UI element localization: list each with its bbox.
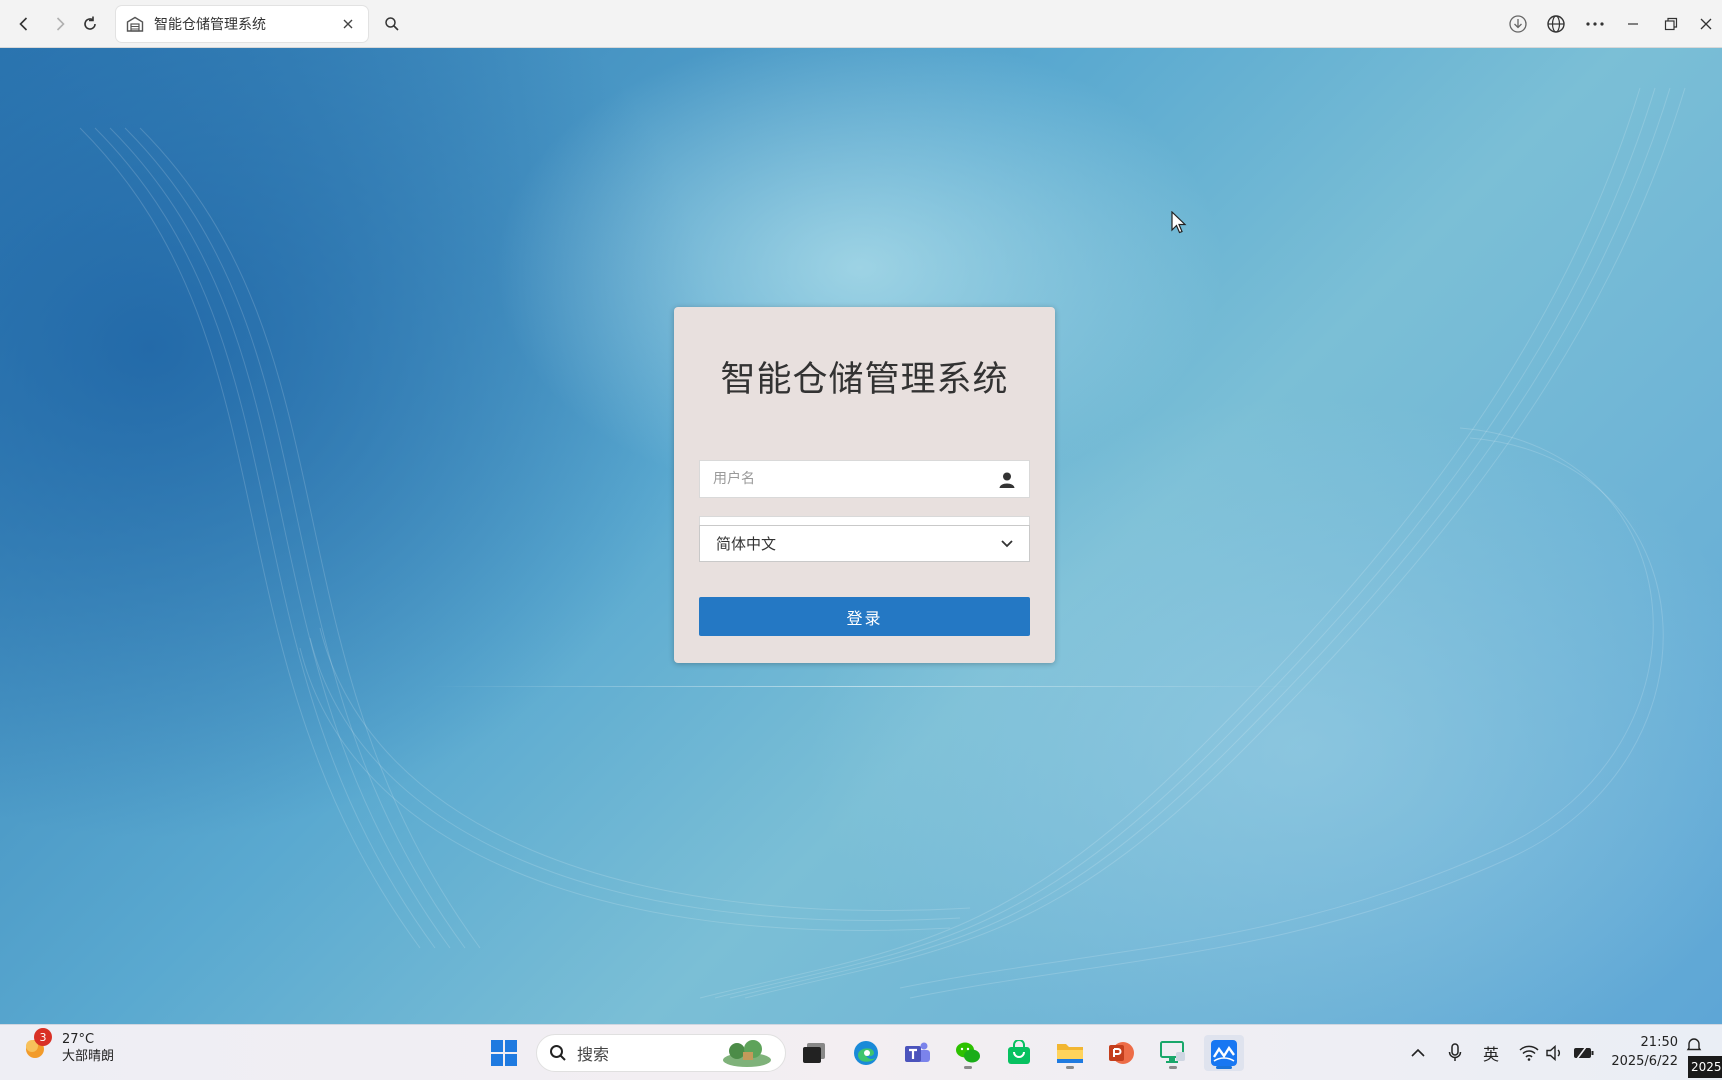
back-arrow-icon: [19, 17, 28, 31]
edge-app[interactable]: [848, 1035, 884, 1071]
folder-icon: [1057, 1044, 1083, 1063]
username-input[interactable]: [700, 461, 1029, 497]
clock[interactable]: 21:50 2025/6/22: [1600, 1033, 1678, 1071]
tab-close-button[interactable]: [338, 14, 358, 34]
download-icon: [1509, 15, 1527, 33]
notification-button[interactable]: [1686, 1037, 1702, 1057]
forward-button[interactable]: [44, 8, 76, 40]
tray-overflow-button[interactable]: [1404, 1037, 1432, 1069]
search-highlight-icon: [723, 1040, 771, 1067]
monitor-icon: [1160, 1041, 1185, 1063]
weather-temp: 27°C: [62, 1032, 95, 1047]
login-page: 智能仓储管理系统 简体中文 登录: [0, 48, 1722, 1024]
active-app[interactable]: [1204, 1035, 1244, 1071]
search-label: 搜索: [577, 1045, 610, 1064]
decorative-line: [430, 686, 1300, 687]
downloads-button[interactable]: [1500, 8, 1536, 40]
remote-desktop-app[interactable]: [1155, 1035, 1191, 1071]
login-card: 智能仓储管理系统 简体中文 登录: [674, 307, 1055, 663]
wifi-icon: [1519, 1045, 1539, 1061]
wechat-icon: [956, 1042, 980, 1063]
clock-date: 2025/6/22: [1611, 1054, 1678, 1069]
running-indicator: [1169, 1066, 1177, 1069]
search-tab-button[interactable]: [376, 8, 408, 40]
back-button[interactable]: [8, 8, 40, 40]
warehouse-icon: [126, 16, 144, 32]
language-select[interactable]: 简体中文: [699, 525, 1030, 562]
notification-bell-icon: [1686, 1038, 1702, 1051]
taskbar-search[interactable]: 搜索: [536, 1034, 786, 1072]
app-wave-icon: [1211, 1040, 1237, 1066]
weather-icon: 3: [20, 1028, 52, 1064]
tab-active[interactable]: 智能仓储管理系统: [116, 6, 368, 42]
teams-icon: [905, 1042, 930, 1062]
taskbar: 3 27°C 大部晴朗 搜索 英 21:50 2025/6/22 2025: [0, 1024, 1722, 1080]
powerpoint-app[interactable]: [1103, 1035, 1139, 1071]
file-explorer-app[interactable]: [1052, 1035, 1088, 1071]
minimize-icon: [1628, 23, 1638, 25]
mouse-cursor-icon: [1171, 211, 1187, 234]
running-indicator: [964, 1066, 972, 1069]
language-selected-value: 简体中文: [716, 535, 777, 553]
weather-widget[interactable]: 3 27°C 大部晴朗: [20, 1028, 114, 1065]
ime-indicator[interactable]: 英: [1477, 1037, 1505, 1069]
battery-icon: [1574, 1046, 1594, 1060]
corner-overlay-text: 2025: [1688, 1056, 1722, 1078]
close-icon: [1700, 18, 1712, 30]
minimize-button[interactable]: [1615, 8, 1651, 40]
teams-app[interactable]: [899, 1035, 935, 1071]
chevron-up-icon: [1411, 1048, 1425, 1057]
task-view-button[interactable]: [796, 1035, 832, 1071]
close-window-button[interactable]: [1690, 8, 1722, 40]
restore-icon: [1664, 17, 1678, 31]
login-button[interactable]: 登录: [699, 597, 1030, 636]
search-icon: [385, 17, 399, 31]
more-dots-icon: [1586, 22, 1604, 26]
weather-badge: 3: [34, 1028, 52, 1046]
shopping-bag-icon: [1008, 1040, 1030, 1064]
refresh-button[interactable]: [74, 8, 106, 40]
wifi-button[interactable]: [1515, 1037, 1543, 1069]
microphone-icon: [1448, 1043, 1462, 1061]
volume-button[interactable]: [1541, 1037, 1569, 1069]
chevron-down-icon: [1001, 539, 1013, 547]
task-view-icon: [803, 1043, 825, 1063]
clock-time: 21:50: [1640, 1035, 1678, 1050]
running-indicator: [1066, 1066, 1074, 1069]
system-title: 智能仓储管理系统: [720, 360, 1009, 400]
browser-toolbar: 智能仓储管理系统: [0, 0, 1722, 48]
start-button[interactable]: [486, 1035, 522, 1071]
user-icon: [997, 470, 1017, 490]
restore-button[interactable]: [1653, 8, 1689, 40]
battery-button[interactable]: [1570, 1037, 1598, 1069]
weather-desc: 大部晴朗: [62, 1049, 115, 1064]
more-menu-button[interactable]: [1577, 8, 1613, 40]
close-icon: [343, 19, 353, 29]
edge-icon: [854, 1041, 878, 1065]
active-indicator: [1216, 1066, 1232, 1069]
username-field: [699, 460, 1030, 498]
search-icon: [550, 1045, 566, 1061]
weather-text: 27°C 大部晴朗: [62, 1031, 114, 1065]
store-app[interactable]: [1001, 1035, 1037, 1071]
tab-title: 智能仓储管理系统: [154, 17, 266, 33]
wechat-app[interactable]: [950, 1035, 986, 1071]
speaker-icon: [1546, 1045, 1560, 1061]
microphone-button[interactable]: [1441, 1037, 1469, 1069]
forward-arrow-icon: [56, 17, 65, 31]
globe-icon: [1547, 15, 1565, 33]
windows-logo-icon: [491, 1040, 517, 1066]
refresh-icon: [84, 16, 96, 30]
powerpoint-icon: [1109, 1042, 1134, 1064]
translate-button[interactable]: [1538, 8, 1574, 40]
